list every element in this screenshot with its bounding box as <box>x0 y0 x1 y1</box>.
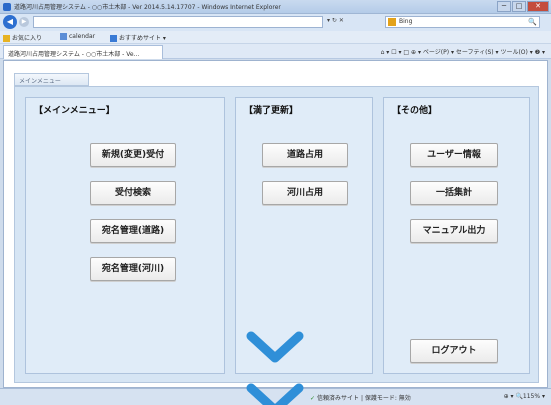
ie-app-icon <box>3 3 11 11</box>
scroll-down-chevron-icon <box>246 331 304 405</box>
window-controls: ─ □ ✕ <box>496 1 549 12</box>
forward-arrow-icon[interactable]: ▶ <box>19 17 29 27</box>
search-provider-label: Bing <box>399 18 413 25</box>
group-main-menu: 【メインメニュー】 新規(変更)受付 受付検索 宛名管理(道路) 宛名管理(河川… <box>25 97 225 374</box>
user-info-button[interactable]: ユーザー情報 <box>410 143 498 167</box>
command-bar[interactable]: ⌂ ▾ ☐ ▾ □ ⊕ ▾ ページ(P) ▾ セーフティ(S) ▾ ツール(O)… <box>381 47 545 56</box>
zoom-level[interactable]: ⊕ ▾ 🔍115% ▾ <box>504 393 545 400</box>
address-mgmt-road-button[interactable]: 宛名管理(道路) <box>90 219 176 243</box>
address-row: ◀ ▶ ▾ ↻ ✕ Bing 🔍 <box>0 14 551 31</box>
manual-output-button[interactable]: マニュアル出力 <box>410 219 498 243</box>
favorites-menu[interactable]: お気に入り <box>3 33 42 42</box>
logout-button[interactable]: ログアウト <box>410 339 498 363</box>
group-other: 【その他】 ユーザー情報 一括集計 マニュアル出力 ログアウト <box>383 97 530 374</box>
minimize-button[interactable]: ─ <box>497 1 511 12</box>
close-button[interactable]: ✕ <box>527 1 549 12</box>
search-input[interactable]: Bing 🔍 <box>385 16 540 28</box>
window-title-bar: 道路河川占用管理システム - ○○市土木部 - Ver 2014.5.14.17… <box>0 0 551 14</box>
new-change-reception-button[interactable]: 新規(変更)受付 <box>90 143 176 167</box>
favorites-link-calendar[interactable]: calendar <box>60 33 95 40</box>
river-occupancy-button[interactable]: 河川占用 <box>262 181 348 205</box>
maximize-button[interactable]: □ <box>512 1 526 12</box>
refresh-stop-buttons[interactable]: ▾ ↻ ✕ <box>327 17 344 24</box>
bulk-aggregate-button[interactable]: 一括集計 <box>410 181 498 205</box>
page-icon <box>110 35 117 42</box>
group-title-main-menu: 【メインメニュー】 <box>34 106 115 116</box>
favorites-bar: お気に入り calendar おすすめサイト ▾ <box>0 31 551 44</box>
checkmark-icon: ✓ <box>310 395 316 402</box>
reception-search-button[interactable]: 受付検索 <box>90 181 176 205</box>
tab-row: 道路河川占用管理システム - ○○市土木部 - Ve... ⌂ ▾ ☐ ▾ □ … <box>0 44 551 59</box>
address-mgmt-river-button[interactable]: 宛名管理(河川) <box>90 257 176 281</box>
bing-logo-icon <box>388 18 396 26</box>
search-icon[interactable]: 🔍 <box>528 18 537 26</box>
security-zone: ✓ 信頼済みサイト | 保護モード: 無効 <box>310 395 411 402</box>
road-occupancy-button[interactable]: 道路占用 <box>262 143 348 167</box>
tab-main-menu[interactable]: メインメニュー <box>14 73 89 86</box>
group-title-renewal: 【満了更新】 <box>244 106 299 116</box>
tab-main[interactable]: 道路河川占用管理システム - ○○市土木部 - Ve... <box>3 45 163 59</box>
window-title: 道路河川占用管理システム - ○○市土木部 - Ver 2014.5.14.17… <box>14 4 281 11</box>
favorites-link-suggested[interactable]: おすすめサイト ▾ <box>110 33 166 42</box>
address-input[interactable] <box>33 16 323 28</box>
star-icon <box>3 35 10 42</box>
page-icon <box>60 33 67 40</box>
group-title-other: 【その他】 <box>392 106 438 116</box>
back-arrow-icon[interactable]: ◀ <box>3 15 17 29</box>
